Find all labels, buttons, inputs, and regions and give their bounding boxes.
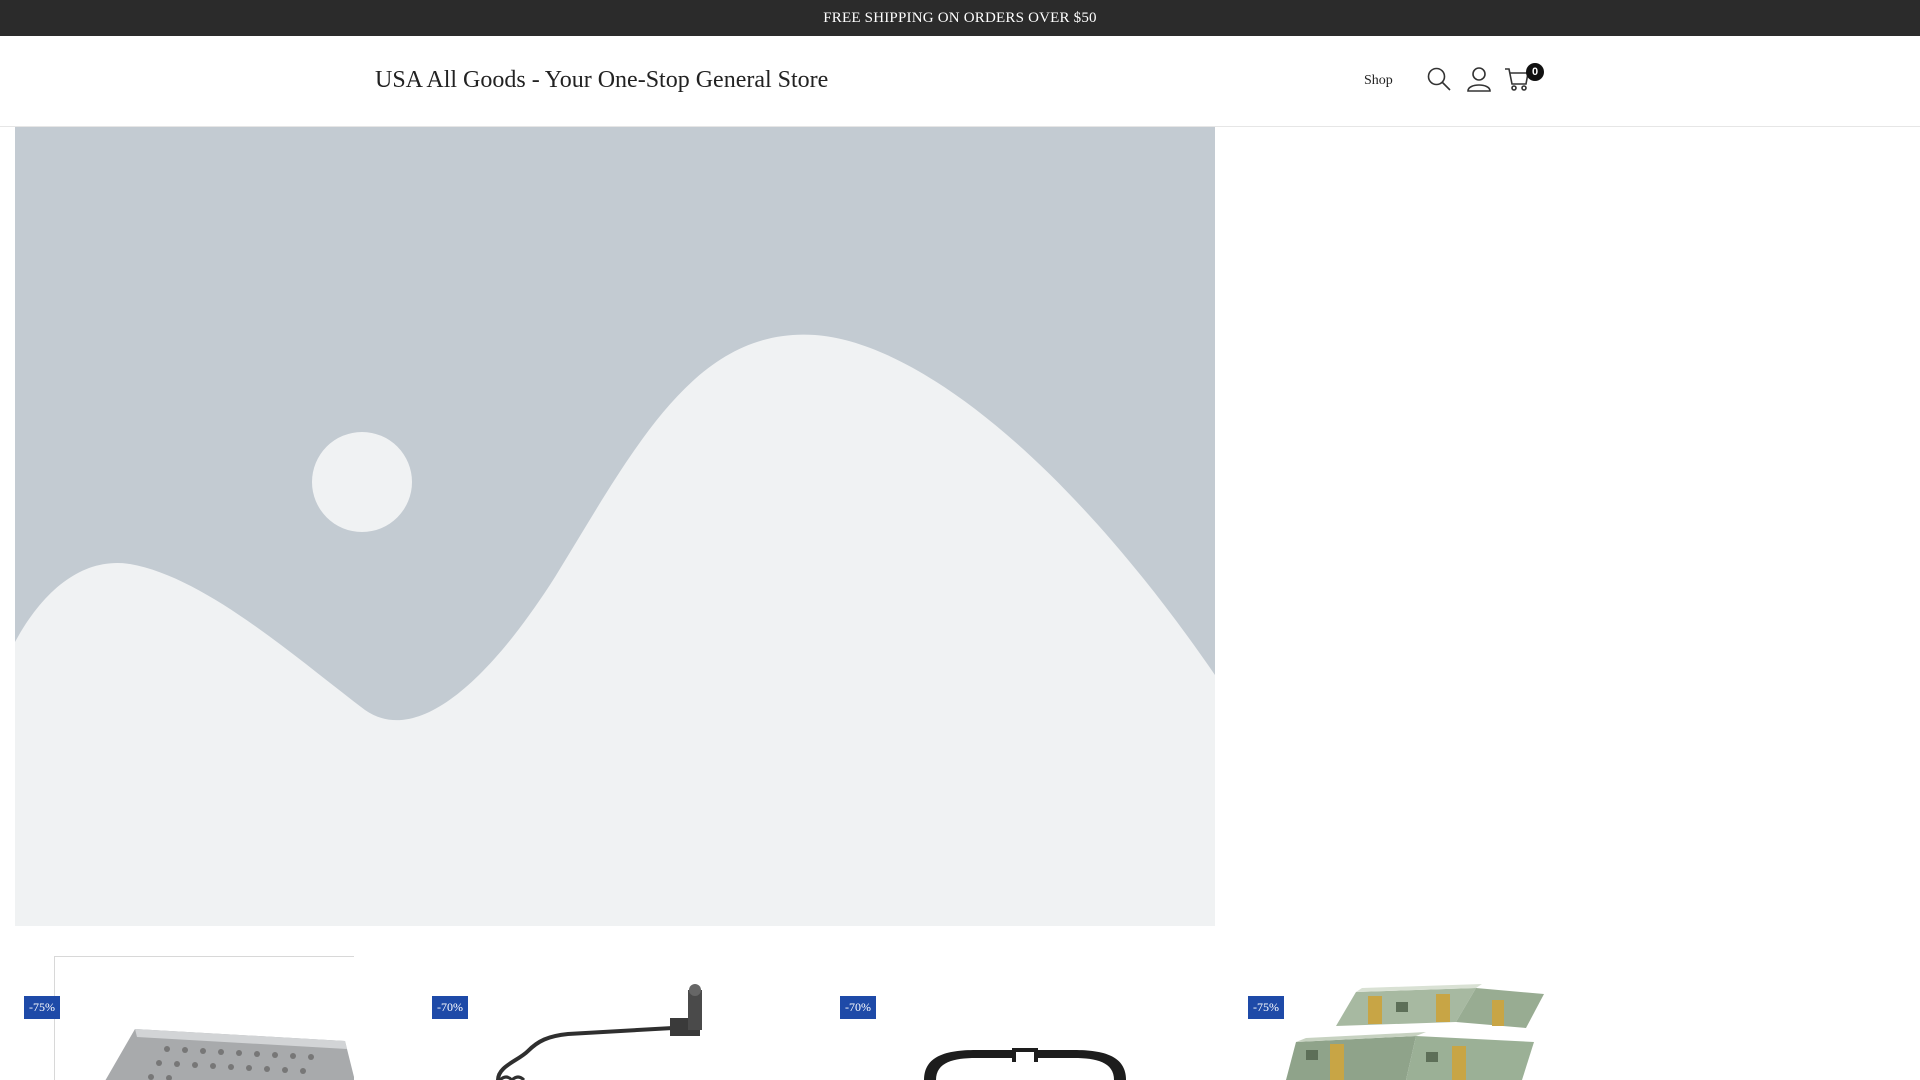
product-card[interactable]: -75% xyxy=(20,956,400,1080)
hero-placeholder-image xyxy=(15,127,1215,926)
sale-badge: -75% xyxy=(1248,996,1284,1019)
site-title-link[interactable]: USA All Goods - Your One-Stop General St… xyxy=(375,67,828,94)
search-icon[interactable] xyxy=(1426,66,1452,92)
nav-shop-link[interactable]: Shop xyxy=(1364,73,1393,89)
product-card[interactable]: -70% xyxy=(428,956,808,1080)
cart-count-badge: 0 xyxy=(1526,63,1544,81)
sale-badge: -70% xyxy=(840,996,876,1019)
product-image[interactable] xyxy=(876,956,1176,1080)
announcement-text: FREE SHIPPING ON ORDERS OVER $50 xyxy=(823,9,1097,26)
product-image[interactable] xyxy=(54,956,354,1080)
product-card[interactable]: -70% xyxy=(836,956,1216,1080)
product-grid: -75% -70% -70% -75% xyxy=(0,926,1920,1080)
product-image[interactable] xyxy=(1276,956,1586,1080)
announcement-bar: FREE SHIPPING ON ORDERS OVER $50 xyxy=(0,0,1920,36)
site-header: USA All Goods - Your One-Stop General St… xyxy=(0,36,1920,127)
sale-badge: -70% xyxy=(432,996,468,1019)
product-card[interactable]: -75% xyxy=(1244,956,1624,1080)
user-icon[interactable] xyxy=(1466,66,1492,92)
sale-badge: -75% xyxy=(24,996,60,1019)
product-image[interactable] xyxy=(458,956,778,1080)
